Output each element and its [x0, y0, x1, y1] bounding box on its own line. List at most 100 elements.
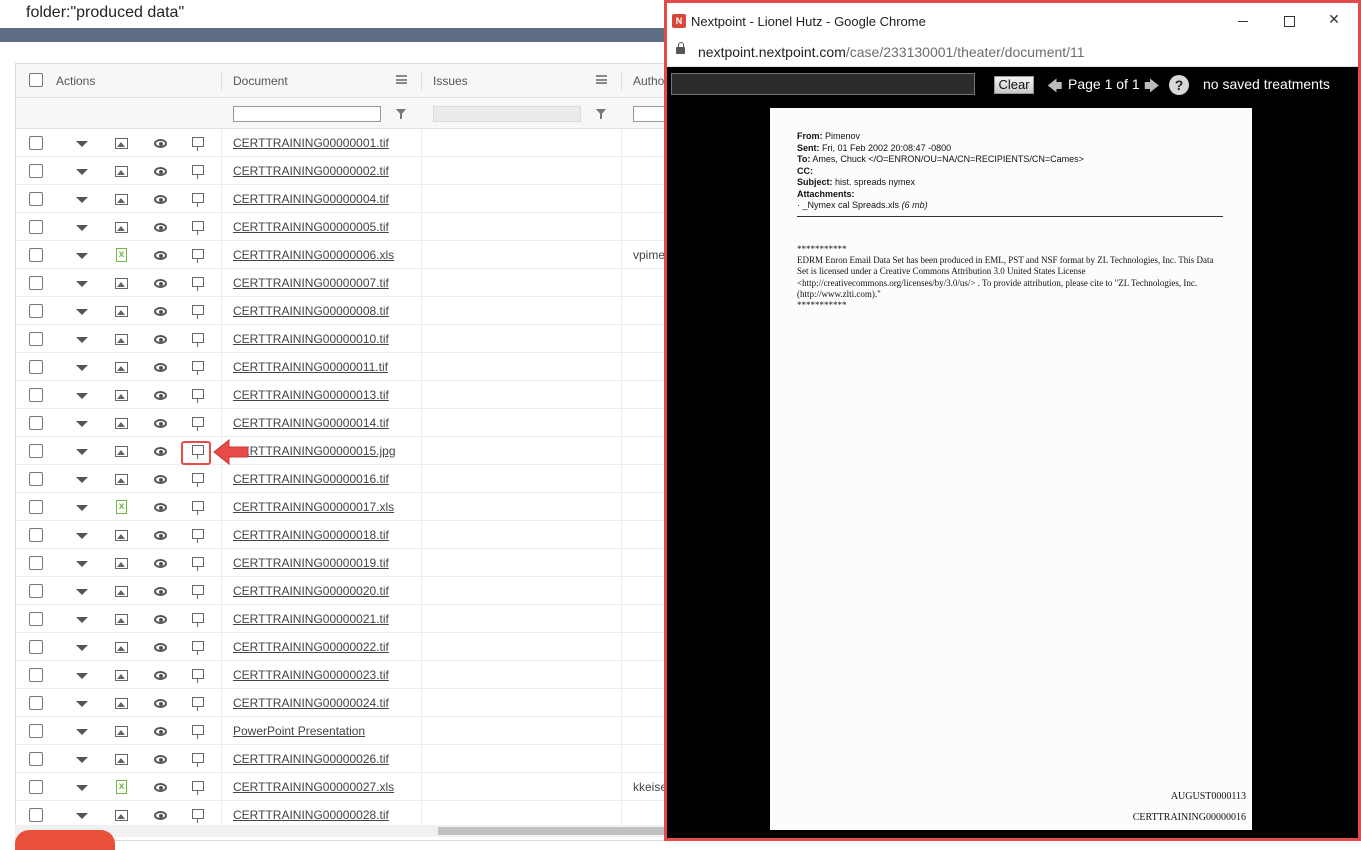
presentation-icon[interactable]: [192, 585, 204, 599]
presentation-icon[interactable]: [192, 669, 204, 683]
actions-dropdown-icon[interactable]: [76, 729, 88, 735]
column-header-issues[interactable]: Issues: [433, 74, 468, 88]
actions-dropdown-icon[interactable]: [76, 505, 88, 511]
actions-dropdown-icon[interactable]: [76, 393, 88, 399]
table-row[interactable]: CERTTRAINING00000001.tif: [16, 129, 714, 157]
view-icon[interactable]: [154, 251, 167, 260]
document-link[interactable]: CERTTRAINING00000014.tif: [233, 416, 389, 430]
excel-icon[interactable]: x: [116, 780, 127, 794]
column-header-document[interactable]: Document: [233, 74, 288, 88]
view-icon[interactable]: [154, 447, 167, 456]
help-icon[interactable]: ?: [1169, 75, 1189, 95]
row-checkbox[interactable]: [29, 472, 43, 486]
document-link[interactable]: CERTTRAINING00000005.tif: [233, 220, 389, 234]
previous-page-icon[interactable]: 🡄: [1047, 76, 1063, 101]
presentation-icon[interactable]: [192, 697, 204, 711]
column-header-author[interactable]: Autho: [633, 74, 664, 88]
row-checkbox[interactable]: [29, 528, 43, 542]
view-icon[interactable]: [154, 391, 167, 400]
actions-dropdown-icon[interactable]: [76, 365, 88, 371]
table-row[interactable]: x CERTTRAINING00000006.xls vpime: [16, 241, 714, 269]
image-icon[interactable]: [115, 222, 128, 233]
viewer-search-input[interactable]: [671, 73, 975, 95]
image-icon[interactable]: [115, 586, 128, 597]
row-checkbox[interactable]: [29, 360, 43, 374]
document-link[interactable]: CERTTRAINING00000027.xls: [233, 780, 394, 794]
image-icon[interactable]: [115, 166, 128, 177]
column-separator[interactable]: [221, 72, 222, 90]
table-row[interactable]: x CERTTRAINING00000027.xls kkeise: [16, 773, 714, 801]
actions-dropdown-icon[interactable]: [76, 701, 88, 707]
table-row[interactable]: CERTTRAINING00000002.tif: [16, 157, 714, 185]
table-row[interactable]: CERTTRAINING00000023.tif: [16, 661, 714, 689]
table-row[interactable]: CERTTRAINING00000016.tif: [16, 465, 714, 493]
image-icon[interactable]: [115, 530, 128, 541]
document-link[interactable]: CERTTRAINING00000016.tif: [233, 472, 389, 486]
presentation-icon[interactable]: [192, 501, 204, 515]
document-link[interactable]: CERTTRAINING00000020.tif: [233, 584, 389, 598]
image-icon[interactable]: [115, 306, 128, 317]
table-row[interactable]: x CERTTRAINING00000017.xls: [16, 493, 714, 521]
table-row[interactable]: CERTTRAINING00000024.tif: [16, 689, 714, 717]
actions-dropdown-icon[interactable]: [76, 757, 88, 763]
view-icon[interactable]: [154, 643, 167, 652]
table-row[interactable]: CERTTRAINING00000004.tif: [16, 185, 714, 213]
document-link[interactable]: CERTTRAINING00000026.tif: [233, 752, 389, 766]
view-icon[interactable]: [154, 559, 167, 568]
table-row[interactable]: CERTTRAINING00000007.tif: [16, 269, 714, 297]
presentation-icon[interactable]: [192, 249, 204, 263]
document-link[interactable]: CERTTRAINING00000022.tif: [233, 640, 389, 654]
actions-dropdown-icon[interactable]: [76, 169, 88, 175]
view-icon[interactable]: [154, 783, 167, 792]
column-separator[interactable]: [621, 72, 622, 90]
presentation-icon[interactable]: [192, 361, 204, 375]
table-row[interactable]: CERTTRAINING00000010.tif: [16, 325, 714, 353]
image-icon[interactable]: [115, 810, 128, 821]
actions-dropdown-icon[interactable]: [76, 785, 88, 791]
select-all-checkbox[interactable]: [29, 73, 43, 87]
column-separator[interactable]: [421, 72, 422, 90]
row-checkbox[interactable]: [29, 332, 43, 346]
presentation-icon[interactable]: [192, 613, 204, 627]
image-icon[interactable]: [115, 474, 128, 485]
document-link[interactable]: CERTTRAINING00000002.tif: [233, 164, 389, 178]
next-page-icon[interactable]: 🡆: [1144, 76, 1160, 101]
presentation-icon[interactable]: [192, 389, 204, 403]
row-checkbox[interactable]: [29, 752, 43, 766]
view-icon[interactable]: [154, 223, 167, 232]
maximize-icon[interactable]: [1279, 12, 1299, 30]
row-checkbox[interactable]: [29, 192, 43, 206]
clear-button[interactable]: Clear: [994, 76, 1034, 94]
actions-dropdown-icon[interactable]: [76, 449, 88, 455]
actions-dropdown-icon[interactable]: [76, 533, 88, 539]
image-icon[interactable]: [115, 670, 128, 681]
row-checkbox[interactable]: [29, 220, 43, 234]
actions-dropdown-icon[interactable]: [76, 197, 88, 203]
presentation-icon[interactable]: [192, 781, 204, 795]
row-checkbox[interactable]: [29, 668, 43, 682]
view-icon[interactable]: [154, 139, 167, 148]
image-icon[interactable]: [115, 558, 128, 569]
actions-dropdown-icon[interactable]: [76, 421, 88, 427]
presentation-icon[interactable]: [192, 137, 204, 151]
row-checkbox[interactable]: [29, 640, 43, 654]
table-row[interactable]: CERTTRAINING00000020.tif: [16, 577, 714, 605]
table-row[interactable]: CERTTRAINING00000014.tif: [16, 409, 714, 437]
view-icon[interactable]: [154, 419, 167, 428]
image-icon[interactable]: [115, 138, 128, 149]
row-checkbox[interactable]: [29, 780, 43, 794]
table-row[interactable]: CERTTRAINING00000013.tif: [16, 381, 714, 409]
document-link[interactable]: CERTTRAINING00000028.tif: [233, 808, 389, 822]
actions-dropdown-icon[interactable]: [76, 645, 88, 651]
view-icon[interactable]: [154, 671, 167, 680]
presentation-icon[interactable]: [192, 753, 204, 767]
view-icon[interactable]: [154, 727, 167, 736]
image-icon[interactable]: [115, 642, 128, 653]
presentation-icon[interactable]: [192, 165, 204, 179]
document-link[interactable]: CERTTRAINING00000018.tif: [233, 528, 389, 542]
image-icon[interactable]: [115, 698, 128, 709]
presentation-icon[interactable]: [192, 529, 204, 543]
view-icon[interactable]: [154, 811, 167, 820]
search-input[interactable]: folder:"produced data": [0, 0, 700, 28]
actions-dropdown-icon[interactable]: [76, 617, 88, 623]
